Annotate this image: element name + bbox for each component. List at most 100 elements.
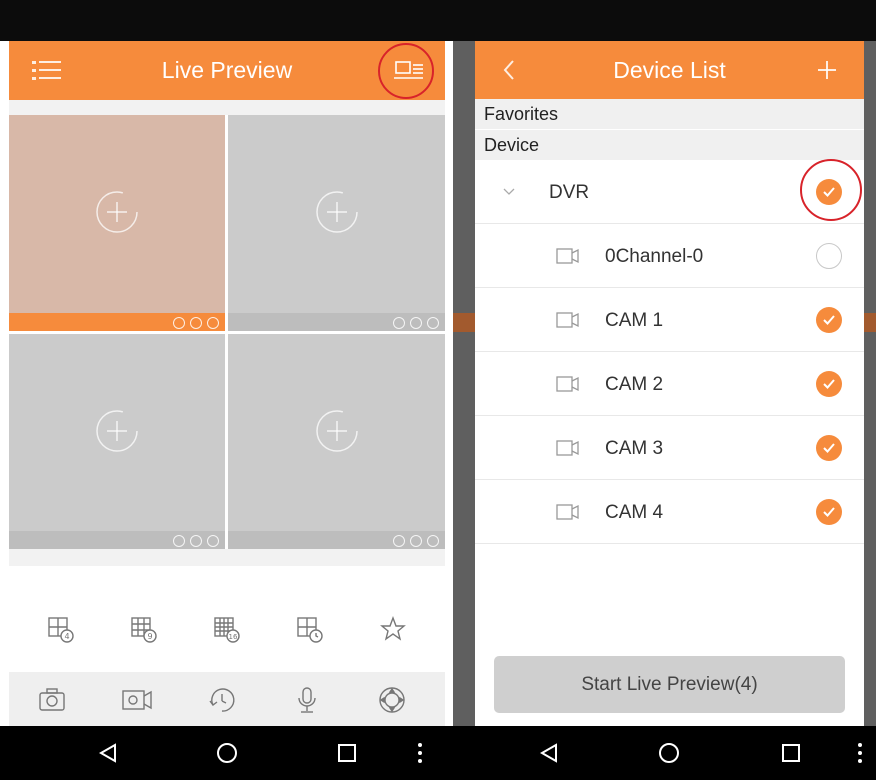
split-16-button[interactable]: 16 [207, 609, 247, 649]
add-channel-icon[interactable] [315, 190, 359, 234]
live-preview-screen: Live Preview 4 9 16 [0, 0, 453, 780]
device-label: DVR [549, 182, 590, 203]
split-toolbar: 4 9 16 [9, 607, 445, 651]
add-device-button[interactable] [807, 41, 847, 99]
playback-icon [209, 687, 235, 712]
channel-row[interactable]: 0Channel-0 [475, 225, 864, 288]
ptz-icon [379, 686, 406, 713]
device-list-screen: Device List Favorites Device DVR 0Channe… [453, 0, 876, 780]
channel-label: CAM 4 [605, 502, 664, 523]
device-list-header: Device List [475, 41, 864, 99]
checkmark-icon [823, 443, 835, 453]
channel-label: CAM 2 [605, 374, 664, 395]
menu-icon[interactable] [27, 41, 67, 100]
preview-window-4[interactable] [228, 334, 445, 549]
channel-checkbox[interactable] [816, 435, 842, 461]
recents-square-icon [338, 744, 356, 762]
svg-text:16: 16 [229, 633, 238, 641]
window-status-bar [228, 531, 445, 549]
preview-grid [9, 115, 445, 549]
checkmark-icon [823, 379, 835, 389]
recents-square-icon [782, 744, 800, 762]
svg-text:9: 9 [147, 632, 152, 641]
split-custom-icon [297, 617, 323, 643]
preview-window-1[interactable] [9, 115, 225, 331]
snapshot-button[interactable] [32, 680, 72, 720]
more-nav-button[interactable] [400, 726, 440, 780]
more-dots-icon [418, 743, 422, 763]
home-circle-icon [659, 743, 679, 763]
section-favorites[interactable]: Favorites [475, 99, 864, 129]
channel-checkbox[interactable] [816, 499, 842, 525]
video-record-icon [122, 689, 152, 710]
channel-row[interactable]: CAM 3 [475, 417, 864, 480]
split-9-icon: 9 [131, 617, 157, 643]
checkmark-icon [823, 315, 835, 325]
channel-row[interactable]: CAM 4 [475, 481, 864, 544]
home-nav-button[interactable] [639, 726, 699, 780]
window-status-bar [9, 531, 225, 549]
checkmark-icon [823, 507, 835, 517]
android-nav-bar [453, 726, 876, 780]
channel-label: CAM 1 [605, 310, 664, 331]
channel-label: CAM 3 [605, 438, 664, 459]
more-nav-button[interactable] [843, 726, 876, 780]
star-icon [380, 616, 407, 641]
talk-button[interactable] [287, 680, 327, 720]
page-title: Device List [613, 57, 726, 83]
camera-channel-icon [556, 440, 579, 456]
chevron-down-icon[interactable] [503, 187, 515, 197]
section-device[interactable]: Device [475, 130, 864, 160]
add-channel-icon[interactable] [95, 190, 139, 234]
split-16-icon: 16 [214, 617, 240, 643]
device-list-panel: Device List Favorites Device DVR 0Channe… [475, 41, 864, 728]
back-nav-button[interactable] [519, 726, 579, 780]
start-live-preview-button[interactable]: Start Live Preview(4) [494, 656, 845, 713]
camera-channel-icon [556, 376, 579, 392]
camera-channel-icon [556, 312, 579, 328]
microphone-icon [298, 686, 316, 713]
divider [9, 549, 445, 566]
recents-nav-button[interactable] [761, 726, 821, 780]
status-bar [453, 0, 876, 41]
back-button[interactable] [489, 41, 529, 99]
window-status-bar [9, 313, 225, 331]
home-circle-icon [217, 743, 237, 763]
preview-window-2[interactable] [228, 115, 445, 331]
back-triangle-icon [98, 743, 116, 763]
window-status-bar [228, 313, 445, 331]
svg-text:4: 4 [64, 632, 69, 641]
split-custom-button[interactable] [290, 609, 330, 649]
more-dots-icon [857, 743, 862, 763]
channel-checkbox[interactable] [816, 307, 842, 333]
channel-checkbox[interactable] [816, 243, 842, 269]
highlight-circle [378, 43, 434, 99]
split-4-button[interactable]: 4 [41, 609, 81, 649]
highlight-circle [800, 159, 862, 221]
android-nav-bar [0, 726, 453, 780]
camera-channel-icon [556, 248, 579, 264]
split-9-button[interactable]: 9 [124, 609, 164, 649]
camera-channel-icon [556, 504, 579, 520]
channel-checkbox[interactable] [816, 371, 842, 397]
back-triangle-icon [539, 743, 557, 763]
home-nav-button[interactable] [197, 726, 257, 780]
bottom-toolbar [9, 672, 445, 727]
record-button[interactable] [117, 680, 157, 720]
channel-row[interactable]: CAM 2 [475, 353, 864, 416]
chevron-left-icon [503, 60, 514, 80]
plus-icon [818, 61, 836, 79]
preview-window-3[interactable] [9, 334, 225, 549]
ptz-button[interactable] [372, 680, 412, 720]
channel-label: 0Channel-0 [605, 246, 704, 267]
split-4-icon: 4 [47, 617, 74, 643]
divider [9, 100, 445, 115]
playback-button[interactable] [202, 680, 242, 720]
add-channel-icon[interactable] [95, 409, 139, 453]
channel-row[interactable]: CAM 1 [475, 289, 864, 352]
recents-nav-button[interactable] [317, 726, 377, 780]
camera-icon [38, 687, 65, 711]
back-nav-button[interactable] [78, 726, 138, 780]
add-channel-icon[interactable] [315, 409, 359, 453]
favorites-button[interactable] [373, 609, 413, 649]
